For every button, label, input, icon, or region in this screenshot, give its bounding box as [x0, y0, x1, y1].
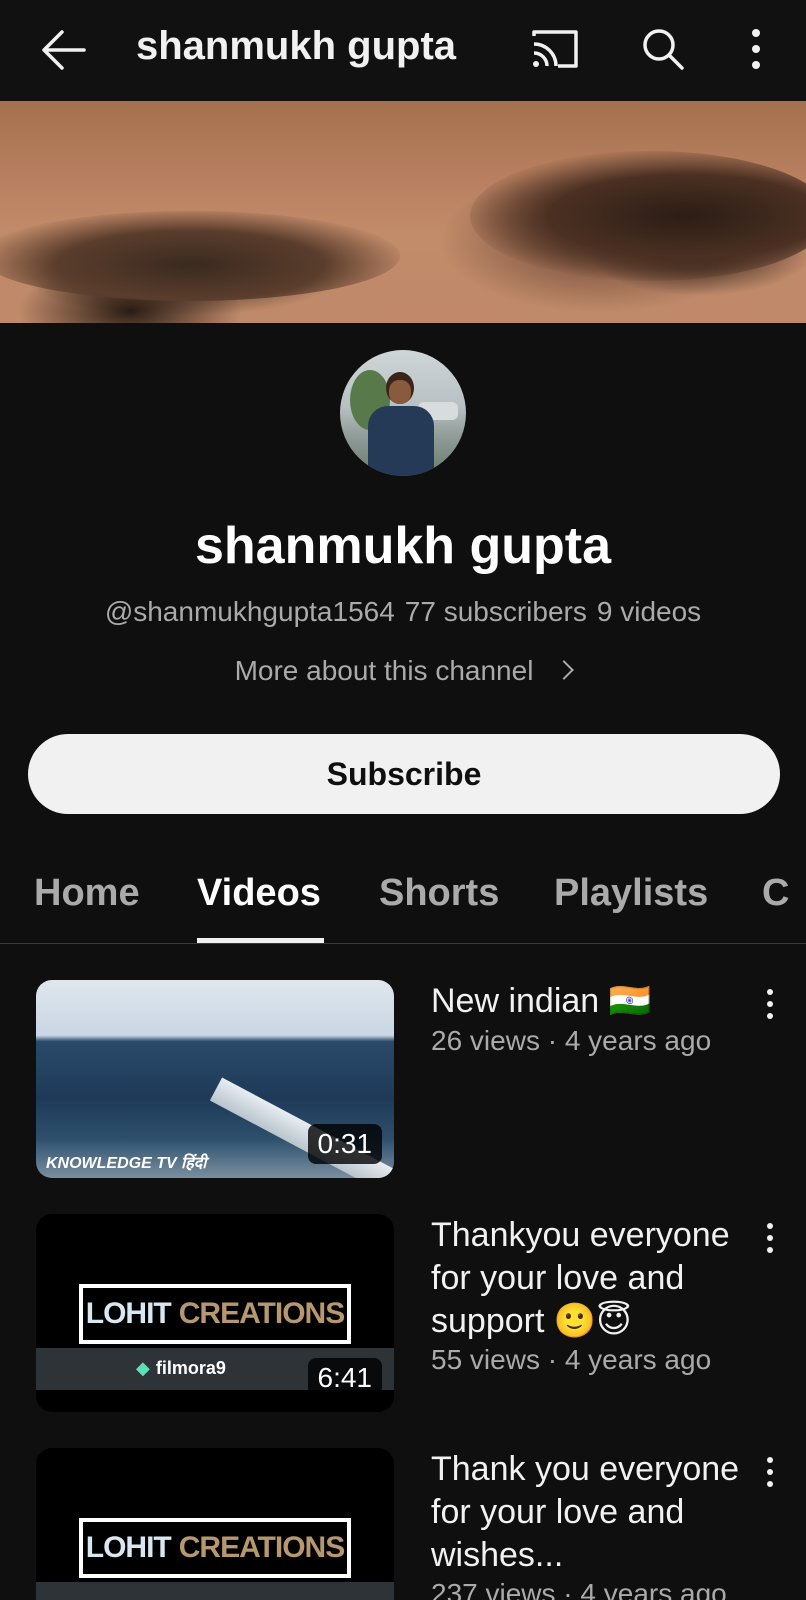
logo-text-creations: CREATIONS — [178, 1297, 345, 1330]
thumbnail-channel-logo: KNOWLEDGE TV हिंदी — [46, 1155, 207, 1172]
tab-playlists[interactable]: Playlists — [554, 872, 708, 915]
video-title[interactable]: New indian 🇮🇳 — [431, 980, 751, 1023]
video-meta: 55 views · 4 years ago — [431, 1344, 712, 1375]
avatar-body — [368, 406, 434, 476]
video-meta: 237 views · 4 years ago — [431, 1578, 727, 1600]
channel-name: shanmukh gupta — [194, 517, 612, 575]
top-app-bar: shanmukh gupta — [0, 0, 806, 101]
active-tab-indicator — [197, 938, 324, 943]
page-title: shanmukh gupta — [136, 24, 457, 68]
channel-tabs: Home Videos Shorts Playlists C — [0, 852, 806, 944]
avatar-face — [389, 380, 411, 404]
video-duration: 6:41 — [307, 1358, 382, 1398]
subscribe-button[interactable]: Subscribe — [28, 734, 780, 814]
tab-videos[interactable]: Videos — [197, 872, 321, 915]
logo-text-lohit: LOHIT — [85, 1531, 172, 1564]
back-arrow-icon[interactable] — [40, 28, 88, 72]
channel-handle: @shanmukhgupta1564 — [104, 596, 395, 627]
chevron-right-icon — [554, 660, 575, 680]
more-vert-icon[interactable] — [758, 1220, 782, 1260]
tab-home[interactable]: Home — [34, 872, 140, 915]
subscriber-count: 77 subscribers — [404, 596, 587, 627]
video-thumbnail[interactable]: LOHIT CREATIONS ◆ filmora9 6:41 — [36, 1214, 394, 1412]
video-thumbnail[interactable]: LOHIT CREATIONS — [36, 1448, 394, 1600]
channel-meta: @shanmukhgupta1564 77 subscribers 9 videos — [0, 596, 806, 628]
tab-community[interactable]: C — [762, 872, 789, 915]
filmora-label: filmora9 — [155, 1358, 226, 1378]
logo-text-lohit: LOHIT — [85, 1297, 172, 1330]
more-about-link[interactable]: More about this channel — [0, 655, 806, 687]
cast-icon[interactable] — [530, 28, 580, 70]
more-vert-icon[interactable] — [758, 986, 782, 1026]
logo-text-creations: CREATIONS — [178, 1531, 345, 1564]
tab-shorts[interactable]: Shorts — [379, 872, 499, 915]
watermark-strip — [36, 1582, 394, 1600]
video-title[interactable]: Thank you everyone for your love and wis… — [431, 1448, 751, 1577]
video-meta: 26 views · 4 years ago — [431, 1025, 712, 1056]
thumbnail-logo: LOHIT CREATIONS — [79, 1518, 351, 1578]
more-vert-icon[interactable] — [744, 28, 768, 70]
more-about-label: More about this channel — [234, 655, 534, 686]
thumbnail-logo: LOHIT CREATIONS — [79, 1284, 351, 1344]
video-count: 9 videos — [596, 596, 702, 627]
more-vert-icon[interactable] — [758, 1454, 782, 1494]
filmora-watermark: ◆ filmora9 — [136, 1358, 226, 1379]
filmora-icon: ◆ — [136, 1358, 150, 1378]
search-icon[interactable] — [640, 26, 686, 72]
video-title[interactable]: Thankyou everyone for your love and supp… — [431, 1214, 751, 1343]
channel-avatar[interactable] — [340, 350, 466, 476]
channel-banner — [0, 101, 806, 323]
video-thumbnail[interactable]: KNOWLEDGE TV हिंदी 0:31 — [36, 980, 394, 1178]
banner-image-shade — [0, 211, 400, 301]
banner-image-shade — [470, 151, 806, 281]
video-duration: 0:31 — [307, 1124, 382, 1164]
